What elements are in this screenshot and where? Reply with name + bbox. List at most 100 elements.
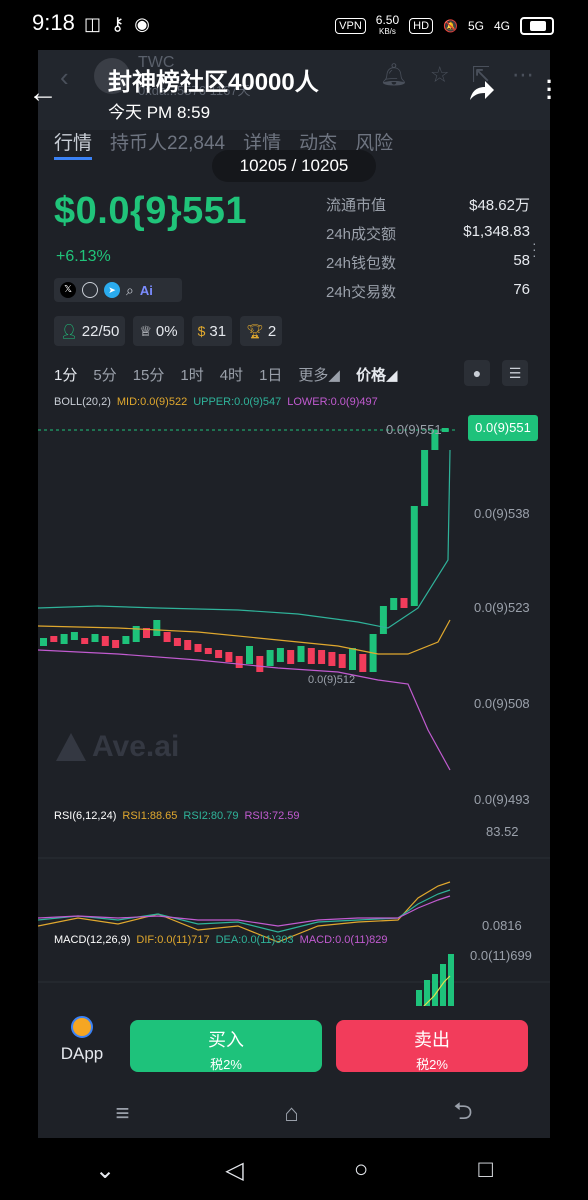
bags-badge[interactable]: $ 31 (191, 316, 233, 346)
chat-subtitle: 今天 PM 8:59 (108, 103, 211, 122)
macd-axis-top: 0.0(11)699 (470, 948, 532, 963)
share-icon[interactable] (466, 76, 496, 106)
boll-mid-line (38, 619, 451, 655)
mute-icon: 🔕 (443, 19, 458, 33)
axis-label: 0.0(9)493 (474, 792, 530, 807)
interval-15m[interactable]: 15分 (133, 364, 165, 385)
back-icon[interactable]: ‹ (60, 62, 69, 93)
buy-button[interactable]: 买入 税2% (130, 1020, 322, 1072)
candle-up (421, 450, 429, 506)
stats-more-icon[interactable]: · · · (532, 236, 537, 262)
return-icon[interactable]: ⮌ (453, 1094, 472, 1135)
interval-1d[interactable]: 1日 (259, 364, 282, 385)
menu-icon[interactable]: ≡ (115, 1100, 129, 1128)
candle-up (410, 506, 418, 606)
candle-down (215, 650, 223, 658)
notification-icon: ◫ (84, 14, 102, 34)
trophy-badge[interactable]: 🏆︎ 2 (240, 316, 283, 346)
status-left-icons: ◫ ⚷ ◉ (84, 14, 150, 35)
candle-down (359, 654, 367, 672)
sell-button[interactable]: 卖出 税2% (336, 1020, 528, 1072)
interval-1h[interactable]: 1时 (180, 364, 203, 385)
message-counter: 10205 / 10205 (212, 150, 376, 182)
nav-home-icon[interactable]: ○ (354, 1156, 369, 1184)
status-right: VPN 6.50 KB/s HD 🔕 5G 4G (335, 13, 554, 37)
candle-down (204, 648, 212, 654)
rsi-axis-top: 83.52 (486, 824, 519, 839)
candle-up (60, 634, 68, 644)
candle-down (338, 654, 346, 668)
interval-more[interactable]: 更多◢ (298, 364, 340, 385)
candle-down (112, 640, 120, 648)
x-icon[interactable]: 𝕏 (60, 282, 76, 298)
dapp-button[interactable]: DApp (52, 1016, 112, 1064)
back-arrow-icon[interactable]: ← (28, 76, 58, 110)
boll-upper-line (38, 449, 451, 629)
star-icon[interactable]: ☆ (430, 62, 450, 88)
candles (40, 428, 449, 672)
last-price-tag: 0.0(9)551 (468, 415, 538, 441)
interval-1m[interactable]: 1分 (54, 364, 77, 385)
chef-hat-icon: ♕ (139, 322, 152, 339)
current-price: $0.0{9}551 (54, 190, 248, 232)
ai-icon[interactable]: Ai (140, 283, 153, 298)
ellipsis-icon[interactable]: ⋯ (512, 62, 534, 88)
stat-row: 24h钱包数 58 (326, 252, 530, 272)
candle-down (173, 638, 181, 646)
dev-badge[interactable]: ♕ 0% (133, 316, 184, 346)
dapp-icon (71, 1016, 93, 1038)
candle-up (266, 650, 274, 666)
search-icon[interactable]: ⌕ (126, 282, 134, 299)
globe-icon[interactable] (82, 282, 98, 298)
axis-label: 0.0(9)551 (386, 422, 442, 437)
candle-up (91, 634, 99, 642)
candle-down (400, 598, 408, 608)
eye-icon: ◉ (134, 14, 150, 34)
nav-recents-icon[interactable]: □ (478, 1156, 493, 1184)
candle-down (287, 650, 295, 664)
ave-watermark: Ave.ai (56, 730, 179, 764)
candle-up (40, 638, 47, 646)
candle-up (379, 606, 387, 634)
telegram-icon[interactable]: ➤ (104, 282, 120, 298)
signal-4g: 4G (493, 19, 510, 33)
rsi-axis-bottom: 0.0816 (482, 918, 522, 933)
stat-row: 流通市值 $48.62万 (326, 197, 530, 214)
interval-4h[interactable]: 4时 (220, 364, 243, 385)
low-marker: 0.0(9)512 (308, 674, 356, 686)
tab-holders[interactable]: 持币人22,844 (110, 124, 225, 164)
boll-legend: BOLL(20,2) MID:0.0(9)522 UPPER:0.0(9)547… (54, 396, 378, 408)
status-time: 9:18 (32, 10, 75, 35)
candle-up (122, 636, 130, 644)
axis-label: 0.0(9)538 (474, 506, 530, 521)
chart-settings-icon[interactable]: ☰ (502, 360, 528, 386)
net-speed: 6.50 KB/s (375, 13, 400, 36)
tab-market[interactable]: 行情 (54, 124, 93, 160)
indicator-tool-icon[interactable]: ● (464, 360, 490, 386)
axis-label: 0.0(9)523 (474, 600, 530, 615)
system-nav-bar: ⌄ ◁ ○ □ (0, 1140, 588, 1200)
candle-down (163, 632, 171, 642)
candle-up (246, 646, 253, 664)
home-icon[interactable]: ⌂ (284, 1100, 299, 1128)
stat-row: 24h成交额 $1,348.83 (326, 223, 530, 243)
ave-logo-icon (56, 733, 86, 761)
chat-title: 封神榜社区40000人 (108, 69, 319, 96)
person-icon: 👤︎ (60, 322, 78, 339)
holders-badge[interactable]: 👤︎ 22/50 (54, 316, 126, 346)
nav-back-icon[interactable]: ◁ (225, 1156, 243, 1185)
stat-row: 24h交易数 76 (326, 281, 530, 301)
money-bag-icon: $ (197, 323, 206, 339)
candle-down (318, 650, 326, 664)
price-mode[interactable]: 价格◢ (356, 364, 398, 385)
nav-down-icon[interactable]: ⌄ (95, 1156, 115, 1185)
more-vertical-icon[interactable]: · · · (546, 71, 553, 109)
candle-up (153, 620, 161, 636)
interval-5m[interactable]: 5分 (93, 364, 116, 385)
social-links: 𝕏 ➤ ⌕ Ai (54, 278, 182, 302)
hd-badge: HD (409, 18, 434, 34)
bell-icon[interactable]: 🔔︎ (380, 62, 408, 88)
badge-row: 👤︎ 22/50 ♕ 0% $ 31 🏆︎ 2 (54, 316, 283, 346)
status-bar: 9:18 ◫ ⚷ ◉ VPN 6.50 KB/s HD 🔕 5G 4G (0, 0, 588, 50)
candle-up (390, 598, 398, 610)
